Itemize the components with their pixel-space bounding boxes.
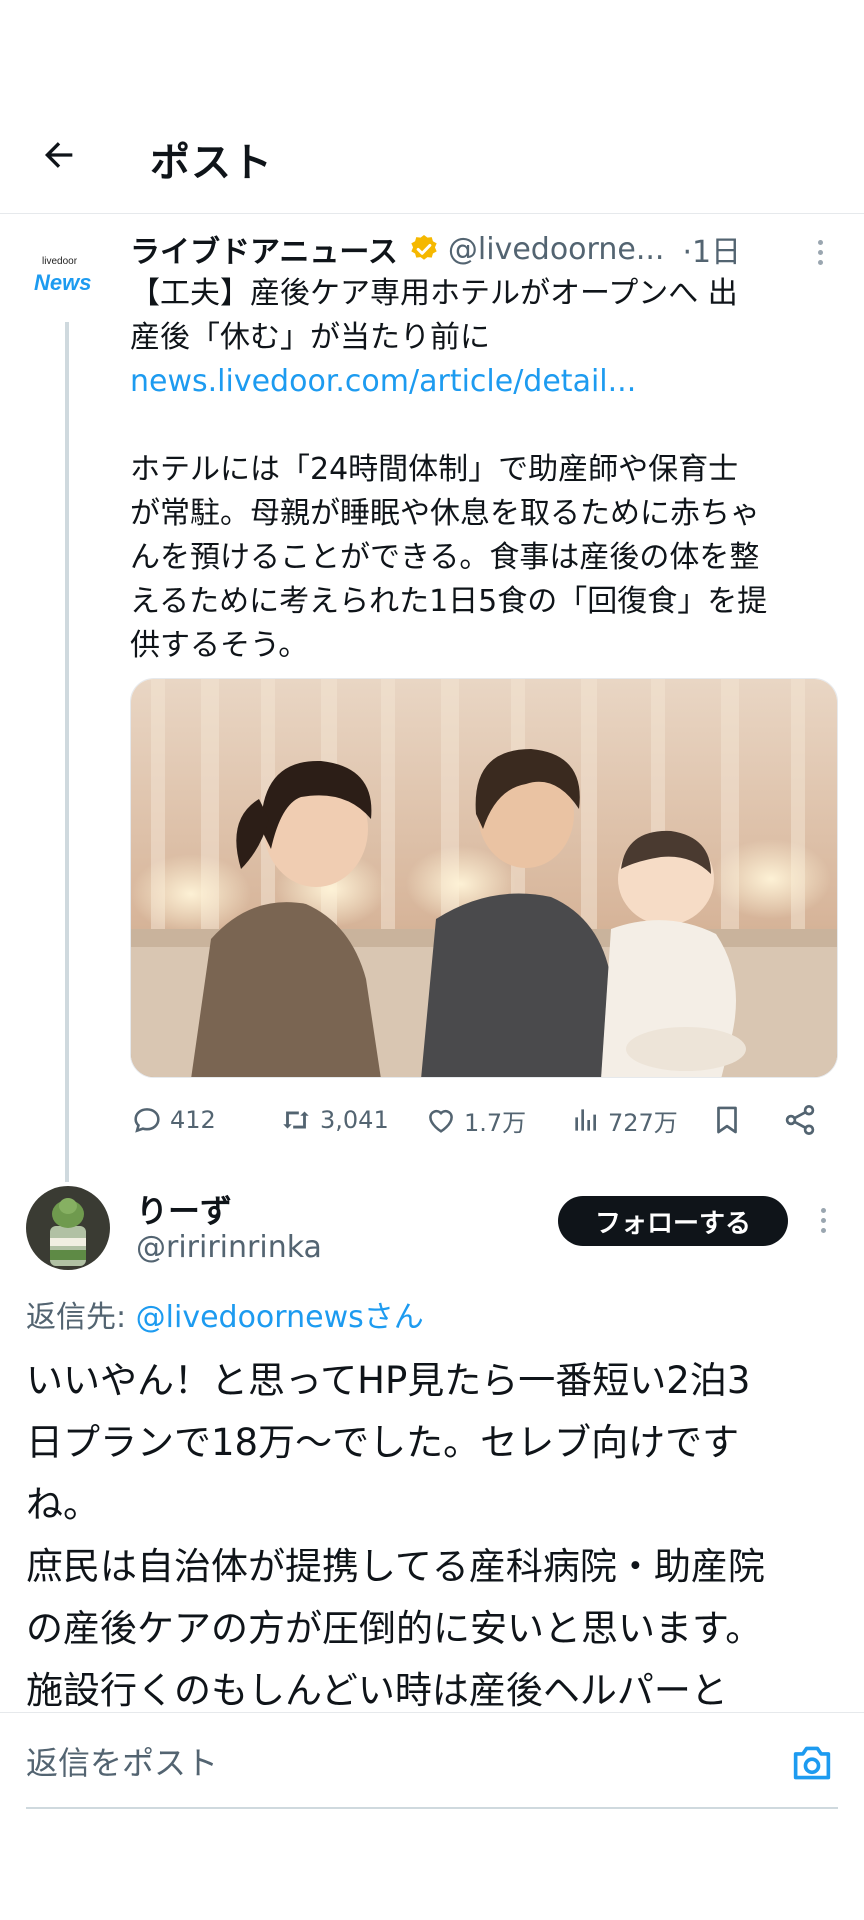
more-icon: [820, 1217, 826, 1223]
post-photo[interactable]: [130, 678, 838, 1078]
post-author-name[interactable]: ライブドアニュース: [130, 227, 398, 271]
article-link[interactable]: news.livedoor.com/article/detail...: [130, 360, 846, 404]
news-avatar[interactable]: livedoor News: [28, 250, 104, 310]
post-text-line: 供するそう。: [130, 628, 309, 663]
reply-text-line: 庶民は自治体が提携してる産科病院・助産院: [26, 1545, 765, 1588]
share-button[interactable]: [782, 1095, 824, 1145]
reply-to-mention[interactable]: @livedoornewsさん: [136, 1300, 424, 1335]
follow-button[interactable]: フォローする: [558, 1196, 788, 1246]
reply-input[interactable]: [26, 1741, 746, 1785]
camera-button[interactable]: [790, 1743, 834, 1783]
reply-count: 412: [170, 1106, 216, 1134]
reply-text: いいやん！と思ってHP見たら一番短い2泊3 日プランで18万〜でした。セレブ向け…: [26, 1350, 846, 1710]
reply-author-handle[interactable]: @riririnrinka: [136, 1230, 322, 1265]
more-icon: [820, 1207, 826, 1213]
more-icon: [820, 1227, 826, 1233]
repost-icon: [283, 1111, 309, 1129]
like-count: 1.7万: [464, 1108, 527, 1137]
thread-connector: [65, 322, 69, 1182]
reply-text-line: 施設行くのもしんどい時は産後ヘルパーと: [26, 1669, 728, 1710]
more-icon: [817, 249, 823, 255]
bookmark-button[interactable]: [710, 1095, 750, 1145]
post-text-line: が常駐。母親が睡眠や休息を取るために赤ちゃ: [130, 496, 760, 531]
views-count: 727万: [608, 1108, 678, 1137]
reply-button[interactable]: 412: [130, 1095, 216, 1145]
bookmark-icon: [717, 1106, 737, 1134]
post-timestamp[interactable]: ·1日: [682, 227, 741, 271]
top-bar: ポスト: [0, 100, 864, 214]
post-more-button[interactable]: [805, 232, 835, 272]
share-icon: [785, 1105, 815, 1135]
repost-button[interactable]: 3,041: [278, 1095, 389, 1145]
reply-to-line: 返信先: @livedoornewsさん: [26, 1292, 424, 1336]
post-header: ライブドアニュース @livedoorne... ·1日: [130, 226, 850, 272]
reply-text-line: いいやん！と思ってHP見たら一番短い2泊3: [26, 1359, 751, 1402]
page-title: ポスト: [150, 140, 273, 186]
camera-icon: [793, 1746, 831, 1780]
repost-count: 3,041: [320, 1106, 389, 1134]
reply-text-line: 日プランで18万〜でした。セレブ向けです: [26, 1421, 740, 1464]
reply-to-prefix: 返信先:: [26, 1300, 136, 1335]
verified-badge-icon: [411, 235, 437, 260]
post-author-handle[interactable]: @livedoorne...: [448, 232, 665, 267]
post-text-line: 産後「休む」が当たり前に: [130, 320, 490, 355]
post-text-line: ホテルには「24時間体制」で助産師や保育士: [130, 452, 739, 487]
reply-avatar[interactable]: [26, 1186, 110, 1270]
composer-underline: [26, 1807, 838, 1809]
reply-author-name[interactable]: りーず: [136, 1186, 232, 1232]
more-icon: [817, 239, 823, 245]
post-text-line: えるために考えられた1日5食の「回復食」を提: [130, 584, 768, 619]
matcha-parfait-avatar-image: [26, 1186, 110, 1270]
post-text: 【工夫】産後ケア専用ホテルがオープンへ 出 産後「休む」が当たり前に news.…: [130, 272, 846, 668]
back-arrow-icon: [45, 142, 73, 168]
avatar-logo-small-text: livedoor: [42, 256, 78, 267]
reply-text-line: ね。: [26, 1483, 100, 1526]
like-icon: [429, 1109, 453, 1133]
views-button[interactable]: 727万: [570, 1095, 678, 1145]
more-icon: [817, 259, 823, 265]
reply-more-button[interactable]: [808, 1200, 838, 1240]
photo-family-illustration: [131, 679, 837, 1077]
post-text-line: んを預けることができる。食事は産後の体を整: [130, 540, 760, 575]
views-icon: [575, 1109, 596, 1131]
avatar-logo-big-text: News: [34, 270, 92, 295]
like-button[interactable]: 1.7万: [424, 1095, 526, 1145]
post-text-line: 【工夫】産後ケア専用ホテルがオープンへ 出: [130, 276, 738, 311]
post-action-bar: 412 3,041 1.7万 727万: [130, 1095, 836, 1145]
back-button[interactable]: [34, 130, 84, 180]
reply-icon: [134, 1108, 160, 1133]
reply-text-line: の産後ケアの方が圧倒的に安いと思います。: [26, 1607, 763, 1650]
reply-composer: [0, 1712, 864, 1812]
